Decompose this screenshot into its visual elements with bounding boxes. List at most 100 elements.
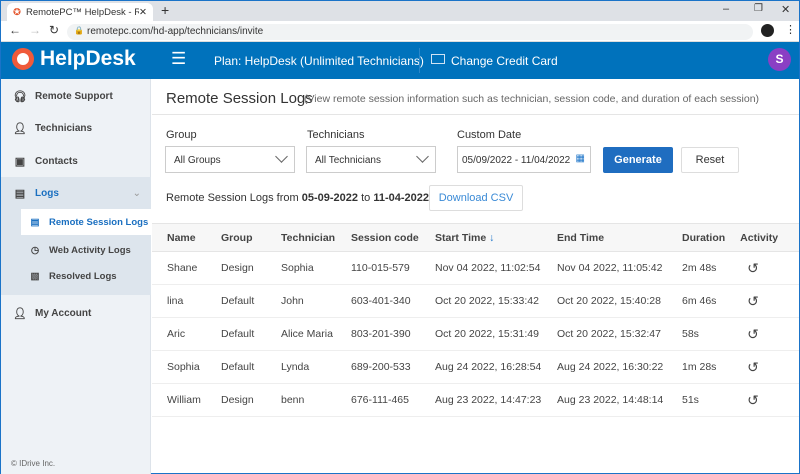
restore-button[interactable]: ❐	[754, 3, 763, 14]
group-value: All Groups	[174, 155, 221, 166]
col-session-code[interactable]: Session code	[336, 223, 420, 252]
url-text: remotepc.com/hd-app/technicians/invite	[87, 26, 264, 37]
table-row: Shane Design Sophia 110-015-579 Nov 04 2022,…	[152, 251, 799, 285]
activity-history-icon[interactable]: ↺	[725, 317, 799, 351]
contacts-icon: ▣	[14, 155, 26, 168]
col-start-time[interactable]: Start Time ↓	[420, 223, 542, 252]
url-field[interactable]: 🔒 remotepc.com/hd-app/technicians/invite	[67, 24, 753, 40]
sidebar-sub-resolved-logs[interactable]: ▧ Resolved Logs	[21, 263, 151, 289]
reset-button[interactable]: Reset	[681, 147, 739, 173]
activity-history-icon[interactable]: ↺	[725, 251, 799, 285]
cell-group: Design	[206, 251, 266, 285]
cell-end-time: Oct 20 2022, 15:40:28	[542, 284, 667, 318]
col-end-time[interactable]: End Time	[542, 223, 667, 252]
cell-group: Design	[206, 383, 266, 417]
group-select[interactable]: All Groups	[165, 146, 295, 173]
group-label: Group	[166, 129, 197, 141]
back-icon[interactable]: ←	[9, 23, 21, 37]
reload-icon[interactable]: ↻	[49, 23, 59, 37]
copyright: © IDrive Inc.	[11, 459, 56, 468]
label: Resolved Logs	[49, 270, 117, 282]
technicians-select[interactable]: All Technicians	[306, 146, 436, 173]
cell-group: Default	[206, 317, 266, 351]
close-window-button[interactable]: ✕	[781, 3, 790, 16]
activity-history-icon[interactable]: ↺	[725, 383, 799, 417]
download-csv-button[interactable]: Download CSV	[429, 185, 523, 211]
cell-name: William	[152, 383, 206, 417]
cell-session-code: 676-111-465	[336, 383, 420, 417]
forward-icon[interactable]: →	[29, 23, 41, 37]
cell-name: Shane	[152, 251, 206, 285]
calendar-icon[interactable]: ▦	[576, 153, 585, 164]
col-name[interactable]: Name	[152, 223, 206, 252]
user-icon: 👤︎	[13, 307, 27, 320]
cell-session-code: 110-015-579	[336, 251, 420, 285]
logo-text[interactable]: HelpDesk	[40, 47, 136, 71]
tab-title: RemotePC™ HelpDesk - Remote	[25, 6, 140, 18]
cell-technician: Lynda	[266, 350, 336, 384]
custom-date-label: Custom Date	[457, 129, 522, 141]
cell-end-time: Nov 04 2022, 11:05:42	[542, 251, 667, 285]
sidebar-item-contacts[interactable]: ▣ Contacts	[1, 146, 151, 176]
cell-name: Aric	[152, 317, 206, 351]
lifebuoy-icon: ✪	[13, 6, 21, 18]
generate-button[interactable]: Generate	[603, 147, 673, 173]
close-tab-icon[interactable]: ✕	[139, 7, 147, 18]
label: Remote Support	[35, 90, 113, 102]
user-avatar[interactable]: S	[768, 48, 791, 71]
table-row: Aric Default Alice Maria 803-201-390 Oct 20 …	[152, 317, 799, 351]
cell-group: Default	[206, 350, 266, 384]
range-to: 11-04-2022	[373, 192, 429, 204]
change-credit-card-link[interactable]: Change Credit Card	[451, 54, 558, 68]
label: Technicians	[35, 122, 93, 134]
col-group[interactable]: Group	[206, 223, 266, 252]
custom-date-input[interactable]: 05/09/2022 - 11/04/2022 ▦	[457, 146, 591, 173]
cell-duration: 58s	[667, 317, 726, 351]
session-logs-table: Name Group Technician Session code Start…	[152, 223, 799, 417]
headset-icon: 🎧︎	[13, 90, 27, 103]
sidebar-item-my-account[interactable]: 👤︎ My Account	[1, 298, 151, 328]
sidebar-item-technicians[interactable]: 👤︎ Technicians	[1, 113, 151, 143]
sidebar-sub-web-activity-logs[interactable]: ◷ Web Activity Logs	[21, 237, 151, 263]
helpdesk-logo-icon	[12, 48, 34, 70]
new-tab-button[interactable]: +	[161, 2, 169, 18]
sidebar-sub-remote-session-logs[interactable]: ▤ Remote Session Logs	[21, 209, 151, 235]
minimize-button[interactable]: –	[723, 3, 729, 15]
credit-card-icon	[431, 54, 445, 64]
divider	[152, 114, 799, 115]
chevron-down-icon	[275, 150, 288, 163]
range-from: 05-09-2022	[301, 192, 359, 204]
technicians-value: All Technicians	[315, 155, 381, 166]
cell-duration: 1m 28s	[667, 350, 726, 384]
cell-group: Default	[206, 284, 266, 318]
sidebar-item-logs[interactable]: ▤ Logs ⌄	[1, 178, 151, 208]
profile-icon[interactable]	[761, 24, 774, 37]
table-row: Sophia Default Lynda 689-200-533 Aug 24 2022…	[152, 350, 799, 384]
cell-duration: 2m 48s	[667, 251, 726, 285]
cell-session-code: 689-200-533	[336, 350, 420, 384]
cell-start-time: Oct 20 2022, 15:31:49	[420, 317, 542, 351]
cell-end-time: Oct 20 2022, 15:32:47	[542, 317, 667, 351]
hamburger-menu-icon[interactable]: ☰	[171, 49, 186, 69]
col-technician[interactable]: Technician	[266, 223, 336, 252]
cell-technician: John	[266, 284, 336, 318]
label: Remote Session Logs	[49, 216, 149, 228]
range-prefix: Remote Session Logs from	[166, 192, 299, 204]
label: Contacts	[35, 155, 78, 167]
plan-label: Plan: HelpDesk (Unlimited Technicians)	[214, 54, 424, 68]
cell-duration: 51s	[667, 383, 726, 417]
browser-tab[interactable]: ✪ RemotePC™ HelpDesk - Remote ✕	[7, 3, 153, 21]
menu-dots-icon[interactable]: ⋮	[785, 23, 796, 36]
activity-history-icon[interactable]: ↺	[725, 350, 799, 384]
sidebar: 🎧︎ Remote Support 👤︎ Technicians ▣ Contacts…	[1, 79, 151, 474]
label: My Account	[35, 307, 92, 319]
chevron-down-icon: ⌄	[132, 187, 141, 199]
sidebar-item-remote-support[interactable]: 🎧︎ Remote Support	[1, 81, 151, 111]
table-row: lina Default John 603-401-340 Oct 20 2022, 1…	[152, 284, 799, 318]
page-title: Remote Session Logs	[166, 90, 313, 107]
cell-start-time: Nov 04 2022, 11:02:54	[420, 251, 542, 285]
activity-history-icon[interactable]: ↺	[725, 284, 799, 318]
col-duration[interactable]: Duration	[667, 223, 726, 252]
document-icon: ▤	[14, 187, 26, 200]
sort-desc-arrow-icon: ↓	[489, 231, 495, 244]
